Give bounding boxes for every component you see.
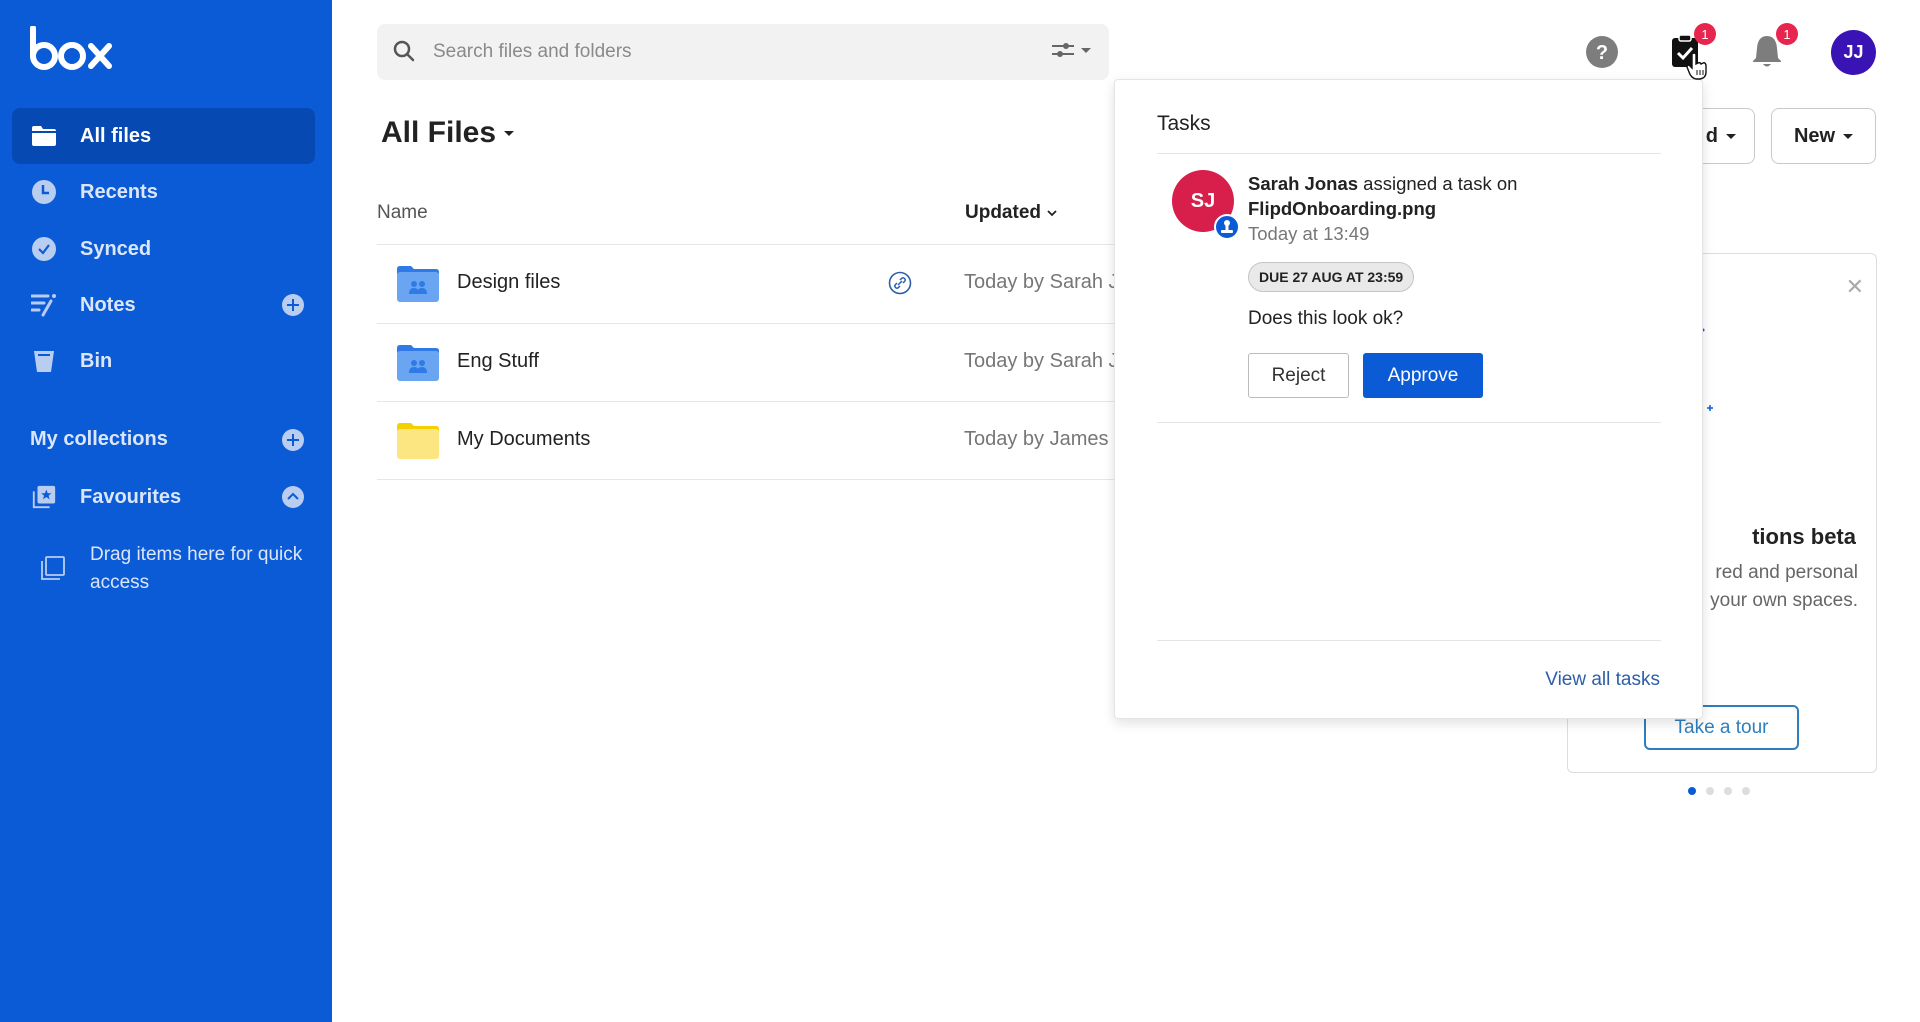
sidebar: All files Recents Synced Notes Bin My co… [0,0,332,1022]
task-message: Does this look ok? [1248,308,1404,329]
page-title-text: All Files [381,116,497,149]
task-timestamp: Today at 13:49 [1248,223,1370,244]
column-header-updated[interactable]: Updated [965,202,1057,224]
tasks-panel-title: Tasks [1157,112,1211,135]
item-name[interactable]: Design files [457,271,560,294]
sidebar-item-label: Bin [80,349,113,372]
sidebar-item-synced[interactable]: Synced [12,221,315,277]
promo-title: tions beta [1752,524,1856,549]
item-updated: Today by Sarah J [964,350,1117,372]
search-filter-button[interactable] [1051,42,1091,58]
sidebar-item-recents[interactable]: Recents [12,164,315,220]
item-updated: Today by Sarah J [964,271,1117,293]
help-icon[interactable]: ? [1586,36,1618,73]
search-input[interactable] [433,36,993,68]
table-row[interactable]: My Documents Today by James J [377,402,1117,480]
approval-stamp-icon [1214,214,1240,240]
clock-icon [31,179,57,205]
chevron-down-icon [1726,133,1736,139]
item-name[interactable]: My Documents [457,428,590,451]
trash-icon [31,348,57,374]
new-button-label: New [1793,124,1836,147]
drag-hint-text: Drag items here for quick access [90,544,303,593]
new-button[interactable]: New [1771,108,1876,164]
user-avatar[interactable]: JJ [1831,30,1876,75]
folder-icon [31,123,57,149]
chevron-down-icon [1081,47,1091,53]
reject-button[interactable]: Reject [1248,353,1349,398]
close-icon[interactable]: ✕ [1846,274,1864,300]
box-logo[interactable] [28,25,116,79]
sidebar-item-label: All files [80,124,152,147]
page-title[interactable]: All Files [381,116,515,150]
table-row[interactable]: Eng Stuff Today by Sarah J [377,324,1117,402]
check-circle-icon [31,236,57,262]
carousel-dots [1688,787,1750,795]
sliders-icon [1052,43,1074,57]
notifications-badge: 1 [1776,23,1798,45]
hand-cursor-icon [1686,52,1708,85]
add-collection-icon[interactable] [282,429,304,451]
collapse-favourites-icon[interactable] [282,486,304,508]
task-description: Sarah Jonas assigned a task on FlipdOnbo… [1248,171,1517,246]
task-assigner[interactable]: Sarah Jonas [1248,173,1358,194]
table-row[interactable]: Design files Today by Sarah J [377,245,1117,323]
shared-link-icon[interactable] [888,271,912,300]
approve-button[interactable]: Approve [1363,353,1483,398]
sidebar-item-all-files[interactable]: All files [12,108,315,164]
folder-icon [397,423,439,464]
divider [1157,422,1661,423]
item-updated: Today by James J [964,428,1117,450]
due-date-badge: DUE 27 AUG AT 23:59 [1248,262,1415,292]
search-icon [393,40,415,67]
item-name[interactable]: Eng Stuff [457,350,539,373]
shared-folder-icon [397,266,439,307]
upload-button-label: d [1705,124,1718,147]
sidebar-item-label: Synced [80,237,152,260]
my-collections-label: My collections [30,428,168,450]
column-header-updated-label: Updated [965,202,1041,223]
search-bar [377,24,1109,80]
divider [1157,153,1661,154]
sort-desc-icon [1047,210,1057,217]
drag-placeholder-icon [40,555,66,586]
column-header-name[interactable]: Name [377,202,428,224]
favourites-icon [31,484,57,510]
box-logo-icon [30,25,112,70]
sidebar-item-favourites[interactable]: Favourites [12,469,315,525]
view-all-tasks-link[interactable]: View all tasks [1545,669,1660,691]
carousel-dot[interactable] [1742,787,1750,795]
task-action-text: assigned a task on [1363,173,1518,194]
divider [1157,640,1661,641]
add-note-icon[interactable] [282,294,304,316]
tasks-panel: Tasks SJ Sarah Jonas assigned a task on … [1114,79,1703,719]
carousel-dot[interactable] [1688,787,1696,795]
sidebar-item-label: Favourites [80,485,182,508]
chevron-down-icon [504,130,515,136]
task-file-link[interactable]: FlipdOnboarding.png [1248,198,1436,219]
sidebar-item-label: Notes [80,293,136,316]
carousel-dot[interactable] [1724,787,1732,795]
chevron-down-icon [1843,133,1854,139]
sidebar-item-notes[interactable]: Notes [12,277,315,333]
divider [377,479,1117,480]
svg-text:?: ? [1596,42,1608,64]
sidebar-item-label: Recents [80,180,158,203]
notes-icon [31,292,57,318]
carousel-dot[interactable] [1706,787,1714,795]
sidebar-item-bin[interactable]: Bin [12,333,315,389]
tasks-badge: 1 [1694,23,1716,45]
shared-folder-icon [397,345,439,386]
